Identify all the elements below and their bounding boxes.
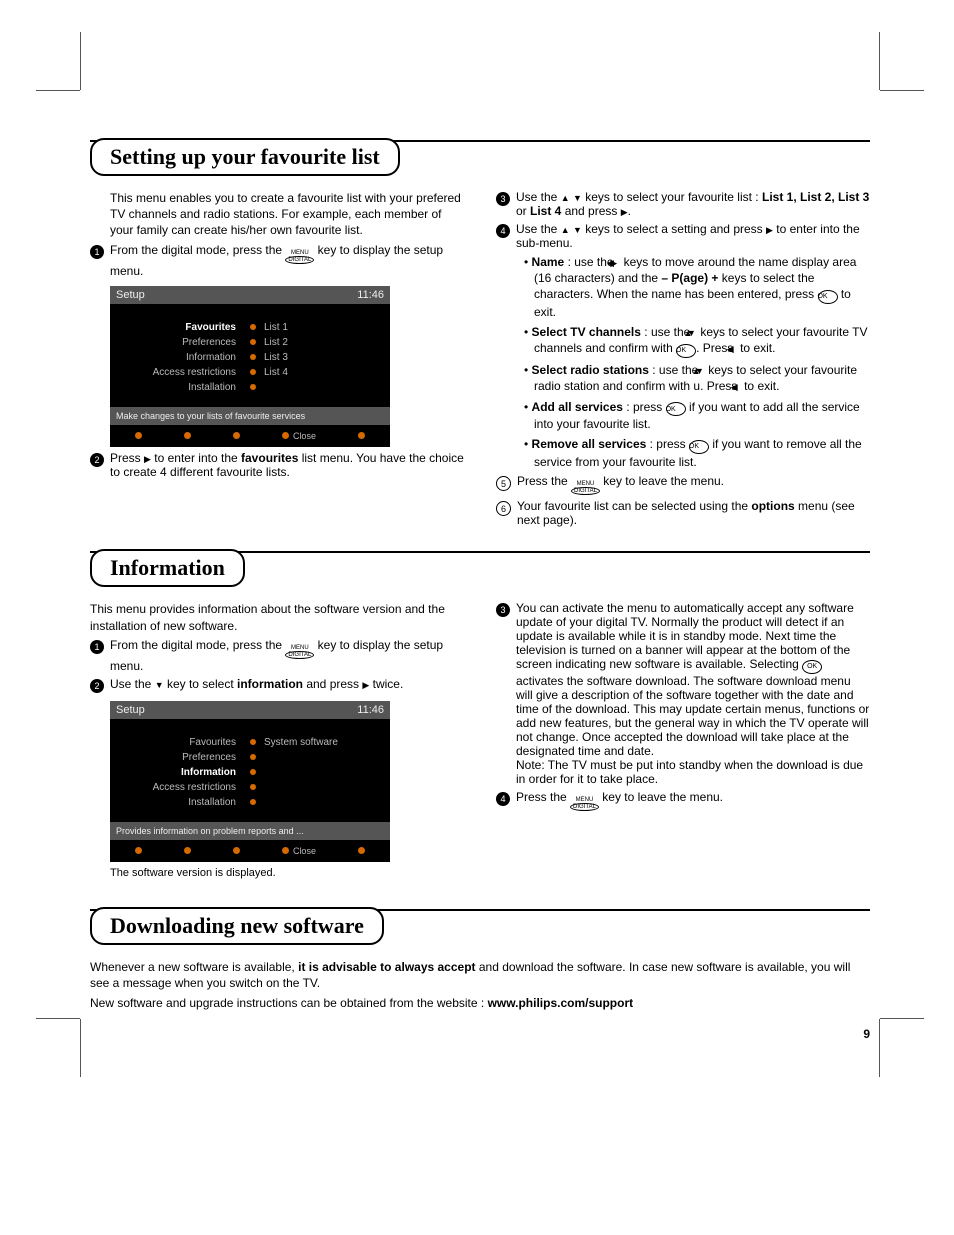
crop-mark	[36, 1018, 80, 1063]
ok-key-icon: OK	[818, 290, 838, 304]
section-downloading: Downloading new software	[90, 909, 870, 955]
step-4: 4 Use the keys to select a setting and p…	[496, 222, 870, 250]
down-key-icon	[573, 193, 582, 203]
step-3: 3 Use the keys to select your favourite …	[496, 190, 870, 218]
section-favourites: Setting up your favourite list	[90, 140, 870, 186]
paragraph: Whenever a new software is available, it…	[90, 959, 870, 991]
menu-item: Installation	[120, 382, 242, 393]
screen-hint: Provides information on problem reports …	[110, 822, 390, 840]
menu-key-icon: MENUDIGITAL	[570, 797, 599, 811]
up-key-icon	[561, 225, 570, 235]
step-badge: 5	[496, 476, 511, 491]
right-key-icon	[766, 225, 773, 236]
step-badge: 1	[90, 245, 104, 259]
soft-key	[184, 846, 191, 856]
soft-key	[135, 431, 142, 441]
bullet-add: • Add all services : press OK if you wan…	[524, 399, 870, 433]
menu-item: Information	[120, 767, 242, 778]
menu-item: Information	[120, 352, 242, 363]
bullet-remove: • Remove all services : press OK if you …	[524, 436, 870, 470]
menu-item: Favourites	[120, 737, 242, 748]
step-badge: 6	[496, 501, 511, 516]
bullet-tv: • Select TV channels : use the keys to s…	[524, 324, 870, 358]
step-badge: 4	[496, 792, 510, 806]
step-badge: 2	[90, 679, 104, 693]
screen-caption: The software version is displayed.	[110, 866, 464, 881]
soft-key	[233, 846, 240, 856]
setup-screen-favourites: Setup 11:46 FavouritesList 1 Preferences…	[110, 286, 390, 447]
section-title: Downloading new software	[90, 907, 384, 945]
step-text: Your favourite list can be selected usin…	[517, 499, 870, 527]
section-title: Setting up your favourite list	[90, 138, 400, 176]
soft-key-close: Close	[282, 846, 316, 856]
bullet-radio: • Select radio stations : use the keys t…	[524, 362, 870, 394]
step-badge: 3	[496, 192, 510, 206]
ok-key-icon: OK	[666, 402, 686, 416]
intro-text: This menu provides information about the…	[90, 601, 464, 633]
step-3: 3 You can activate the menu to automatic…	[496, 601, 870, 786]
section-information: Information	[90, 551, 870, 597]
step-text: Press the MENUDIGITAL key to leave the m…	[517, 474, 724, 495]
ok-key-icon: OK	[802, 660, 822, 674]
step-badge: 3	[496, 603, 510, 617]
up-key-icon	[561, 193, 570, 203]
soft-key	[358, 431, 365, 441]
step-text: Use the keys to select your favourite li…	[516, 190, 870, 218]
step-6: 6 Your favourite list can be selected us…	[496, 499, 870, 527]
ok-key-icon: OK	[676, 344, 696, 358]
soft-key	[184, 431, 191, 441]
ok-key-icon: OK	[689, 440, 709, 454]
page-number: 9	[90, 1027, 870, 1041]
step-1: 1 From the digital mode, press the MENUD…	[90, 243, 464, 278]
manual-page: Setting up your favourite list This menu…	[0, 0, 954, 1081]
menu-item: Access restrictions	[120, 782, 242, 793]
step-2: 2 Press to enter into the favourites lis…	[90, 451, 464, 479]
intro-text: This menu enables you to create a favour…	[110, 190, 464, 239]
down-key-icon	[573, 225, 582, 235]
screen-title: Setup	[116, 289, 145, 301]
down-key-icon	[155, 680, 164, 690]
step-text: Press to enter into the favourites list …	[110, 451, 464, 479]
step-badge: 2	[90, 453, 104, 467]
soft-key-close: Close	[282, 431, 316, 441]
menu-item: Preferences	[120, 752, 242, 763]
step-1: 1 From the digital mode, press the MENUD…	[90, 638, 464, 673]
screen-title: Setup	[116, 704, 145, 716]
menu-item: Installation	[120, 797, 242, 808]
right-key-icon	[144, 454, 151, 465]
step-5: 5 Press the MENUDIGITAL key to leave the…	[496, 474, 870, 495]
step-badge: 4	[496, 224, 510, 238]
step-badge: 1	[90, 640, 104, 654]
screen-hint: Make changes to your lists of favourite …	[110, 407, 390, 425]
crop-mark	[880, 46, 924, 91]
soft-key	[233, 431, 240, 441]
menu-key-icon: MENUDIGITAL	[285, 250, 314, 264]
menu-item: Favourites	[120, 322, 242, 333]
step-text: From the digital mode, press the MENUDIG…	[110, 638, 464, 673]
bullet-name: • Name : use the keys to move around the…	[524, 254, 870, 320]
screen-time: 11:46	[357, 704, 384, 716]
step-text: Press the MENUDIGITAL key to leave the m…	[516, 790, 723, 811]
crop-mark	[880, 1018, 924, 1063]
menu-key-icon: MENUDIGITAL	[285, 645, 314, 659]
soft-key	[358, 846, 365, 856]
step-text: You can activate the menu to automatical…	[516, 601, 870, 786]
crop-mark	[36, 46, 80, 91]
setup-screen-information: Setup 11:46 FavouritesSystem software Pr…	[110, 701, 390, 862]
step-text: Use the key to select information and pr…	[110, 677, 403, 691]
step-2: 2 Use the key to select information and …	[90, 677, 464, 693]
menu-item: Preferences	[120, 337, 242, 348]
section-title: Information	[90, 549, 245, 587]
screen-time: 11:46	[357, 289, 384, 301]
right-key-icon	[621, 207, 628, 218]
paragraph: New software and upgrade instructions ca…	[90, 995, 870, 1011]
step-text: Use the keys to select a setting and pre…	[516, 222, 870, 250]
menu-item: Access restrictions	[120, 367, 242, 378]
step-4: 4 Press the MENUDIGITAL key to leave the…	[496, 790, 870, 811]
soft-key	[135, 846, 142, 856]
menu-key-icon: MENUDIGITAL	[571, 481, 600, 495]
step-text: From the digital mode, press the MENUDIG…	[110, 243, 464, 278]
